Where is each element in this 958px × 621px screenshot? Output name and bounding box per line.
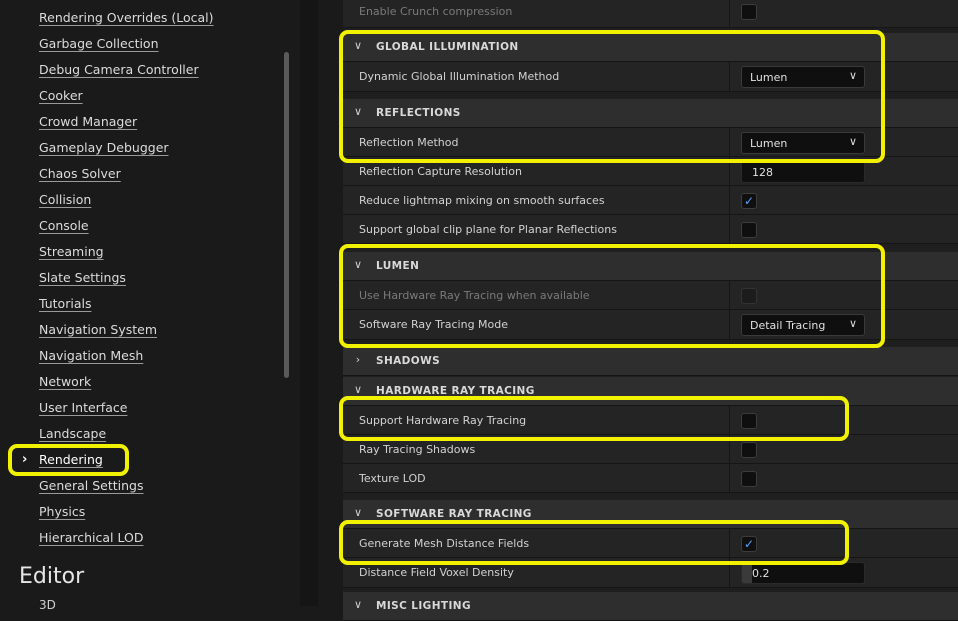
chevron-down-icon: ∨: [848, 69, 857, 82]
dropdown-value: Lumen: [750, 137, 788, 150]
chevron-down-icon: ∨: [848, 317, 857, 330]
gi-method-dropdown[interactable]: Lumen ∨: [741, 66, 865, 88]
reflection-method-dropdown[interactable]: Lumen ∨: [741, 132, 865, 154]
category-label: MISC LIGHTING: [376, 600, 471, 612]
rt-shadows-checkbox[interactable]: [741, 442, 757, 458]
sidebar-item-cooker[interactable]: Cooker: [39, 88, 83, 104]
sidebar-item-collision[interactable]: Collision: [39, 192, 91, 208]
sidebar-item-garbage-collection[interactable]: Garbage Collection: [39, 36, 159, 52]
field-value: 0.2: [752, 567, 770, 580]
support-hw-rt-checkbox[interactable]: [741, 413, 757, 429]
chevron-down-icon: ∨: [353, 105, 363, 118]
sidebar-item-navigation-mesh[interactable]: Navigation Mesh: [39, 348, 143, 364]
sidebar-item-tutorials[interactable]: Tutorials: [39, 296, 91, 312]
property-row-texture-lod: Texture LOD: [343, 464, 958, 493]
category-label: SHADOWS: [376, 355, 441, 367]
texture-lod-checkbox[interactable]: [741, 471, 757, 487]
property-label: Support global clip plane for Planar Ref…: [359, 223, 617, 236]
clip-plane-checkbox[interactable]: [741, 222, 757, 238]
dropdown-value: Detail Tracing: [750, 319, 826, 332]
sidebar-item-network[interactable]: Network: [39, 374, 91, 390]
reduce-lightmap-checkbox[interactable]: ✓: [741, 193, 757, 209]
property-row-capture-resolution: Reflection Capture Resolution 128: [343, 157, 958, 186]
splitter: [300, 0, 318, 606]
chevron-down-icon: ∨: [353, 39, 363, 52]
field-value: 128: [752, 166, 773, 179]
property-label: Enable Crunch compression: [359, 5, 513, 18]
property-row-sw-rt-mode: Software Ray Tracing Mode Detail Tracing…: [343, 310, 958, 340]
voxel-density-field[interactable]: 0.2: [741, 562, 865, 584]
category-label: REFLECTIONS: [376, 107, 461, 119]
sw-rt-mode-dropdown[interactable]: Detail Tracing ∨: [741, 314, 865, 336]
property-label: Texture LOD: [359, 472, 426, 485]
sidebar-item-rendering[interactable]: Rendering: [39, 452, 103, 468]
property-label: Dynamic Global Illumination Method: [359, 70, 560, 83]
sidebar-item-chaos-solver[interactable]: Chaos Solver: [39, 166, 121, 182]
sidebar-item-crowd-manager[interactable]: Crowd Manager: [39, 114, 137, 130]
property-row-support-hw-rt: Support Hardware Ray Tracing: [343, 406, 958, 435]
sidebar-item-navigation-system[interactable]: Navigation System: [39, 322, 157, 338]
chevron-down-icon: ∨: [353, 598, 363, 611]
property-label: Reflection Capture Resolution: [359, 165, 522, 178]
property-row-reduce-lightmap: Reduce lightmap mixing on smooth surface…: [343, 186, 958, 215]
sidebar-item-general-settings[interactable]: General Settings: [39, 478, 144, 494]
property-row-voxel-density: Distance Field Voxel Density 0.2: [343, 558, 958, 588]
category-label: LUMEN: [376, 260, 420, 272]
sidebar-item-3d[interactable]: 3D: [39, 598, 56, 612]
sidebar-item-debug-camera-controller[interactable]: Debug Camera Controller: [39, 62, 199, 78]
lumen-hw-rt-checkbox[interactable]: [741, 288, 757, 304]
category-label: SOFTWARE RAY TRACING: [376, 508, 532, 520]
category-misc-lighting[interactable]: ∨ MISC LIGHTING: [343, 592, 958, 621]
category-lumen[interactable]: ∨ LUMEN: [343, 252, 958, 281]
property-label: Distance Field Voxel Density: [359, 566, 514, 579]
property-label: Use Hardware Ray Tracing when available: [359, 289, 590, 302]
property-label: Ray Tracing Shadows: [359, 443, 476, 456]
sidebar-scrollbar[interactable]: [284, 52, 289, 378]
chevron-down-icon: ∨: [353, 258, 363, 271]
sidebar-item-console[interactable]: Console: [39, 218, 89, 234]
property-label: Software Ray Tracing Mode: [359, 318, 509, 331]
property-label: Generate Mesh Distance Fields: [359, 537, 530, 550]
dropdown-value: Lumen: [750, 71, 788, 84]
settings-sidebar: Rendering Overrides (Local) Garbage Coll…: [0, 0, 300, 612]
sidebar-section-editor: Editor: [19, 564, 85, 589]
property-label: Reflection Method: [359, 136, 459, 149]
sidebar-item-slate-settings[interactable]: Slate Settings: [39, 270, 126, 286]
chevron-right-icon: ›: [355, 353, 361, 366]
slider-fill: [742, 563, 753, 583]
category-label: HARDWARE RAY TRACING: [376, 385, 535, 397]
property-label: Support Hardware Ray Tracing: [359, 414, 527, 427]
sidebar-item-streaming[interactable]: Streaming: [39, 244, 104, 260]
sidebar-item-landscape[interactable]: Landscape: [39, 426, 106, 442]
category-software-ray-tracing[interactable]: ∨ SOFTWARE RAY TRACING: [343, 500, 958, 529]
property-label: Reduce lightmap mixing on smooth surface…: [359, 194, 605, 207]
sidebar-item-rendering-overrides[interactable]: Rendering Overrides (Local): [39, 10, 214, 26]
property-row-clip-plane: Support global clip plane for Planar Ref…: [343, 215, 958, 244]
sidebar-item-gameplay-debugger[interactable]: Gameplay Debugger: [39, 140, 169, 156]
mesh-distance-fields-checkbox[interactable]: ✓: [741, 536, 757, 552]
chevron-down-icon: ∨: [353, 506, 363, 519]
capture-resolution-field[interactable]: 128: [741, 161, 865, 183]
category-shadows[interactable]: › SHADOWS: [343, 347, 958, 376]
sidebar-item-physics[interactable]: Physics: [39, 504, 85, 520]
category-global-illumination[interactable]: ∨ GLOBAL ILLUMINATION: [343, 33, 958, 62]
property-row-mesh-distance-fields: Generate Mesh Distance Fields ✓: [343, 529, 958, 558]
sidebar-item-user-interface[interactable]: User Interface: [39, 400, 127, 416]
category-label: GLOBAL ILLUMINATION: [376, 41, 519, 53]
chevron-down-icon: ∨: [848, 135, 857, 148]
crunch-checkbox[interactable]: [741, 4, 757, 20]
property-row-reflection-method: Reflection Method Lumen ∨: [343, 128, 958, 157]
category-hardware-ray-tracing[interactable]: ∨ HARDWARE RAY TRACING: [343, 377, 958, 406]
category-reflections[interactable]: ∨ REFLECTIONS: [343, 99, 958, 128]
property-row-lumen-hw-rt: Use Hardware Ray Tracing when available: [343, 281, 958, 310]
property-row-crunch: Enable Crunch compression: [343, 0, 958, 28]
property-row-gi-method: Dynamic Global Illumination Method Lumen…: [343, 62, 958, 92]
sidebar-item-hierarchical-lod[interactable]: Hierarchical LOD: [39, 530, 143, 546]
property-row-rt-shadows: Ray Tracing Shadows: [343, 435, 958, 464]
chevron-down-icon: ∨: [353, 383, 363, 396]
chevron-right-icon: ›: [22, 452, 28, 467]
